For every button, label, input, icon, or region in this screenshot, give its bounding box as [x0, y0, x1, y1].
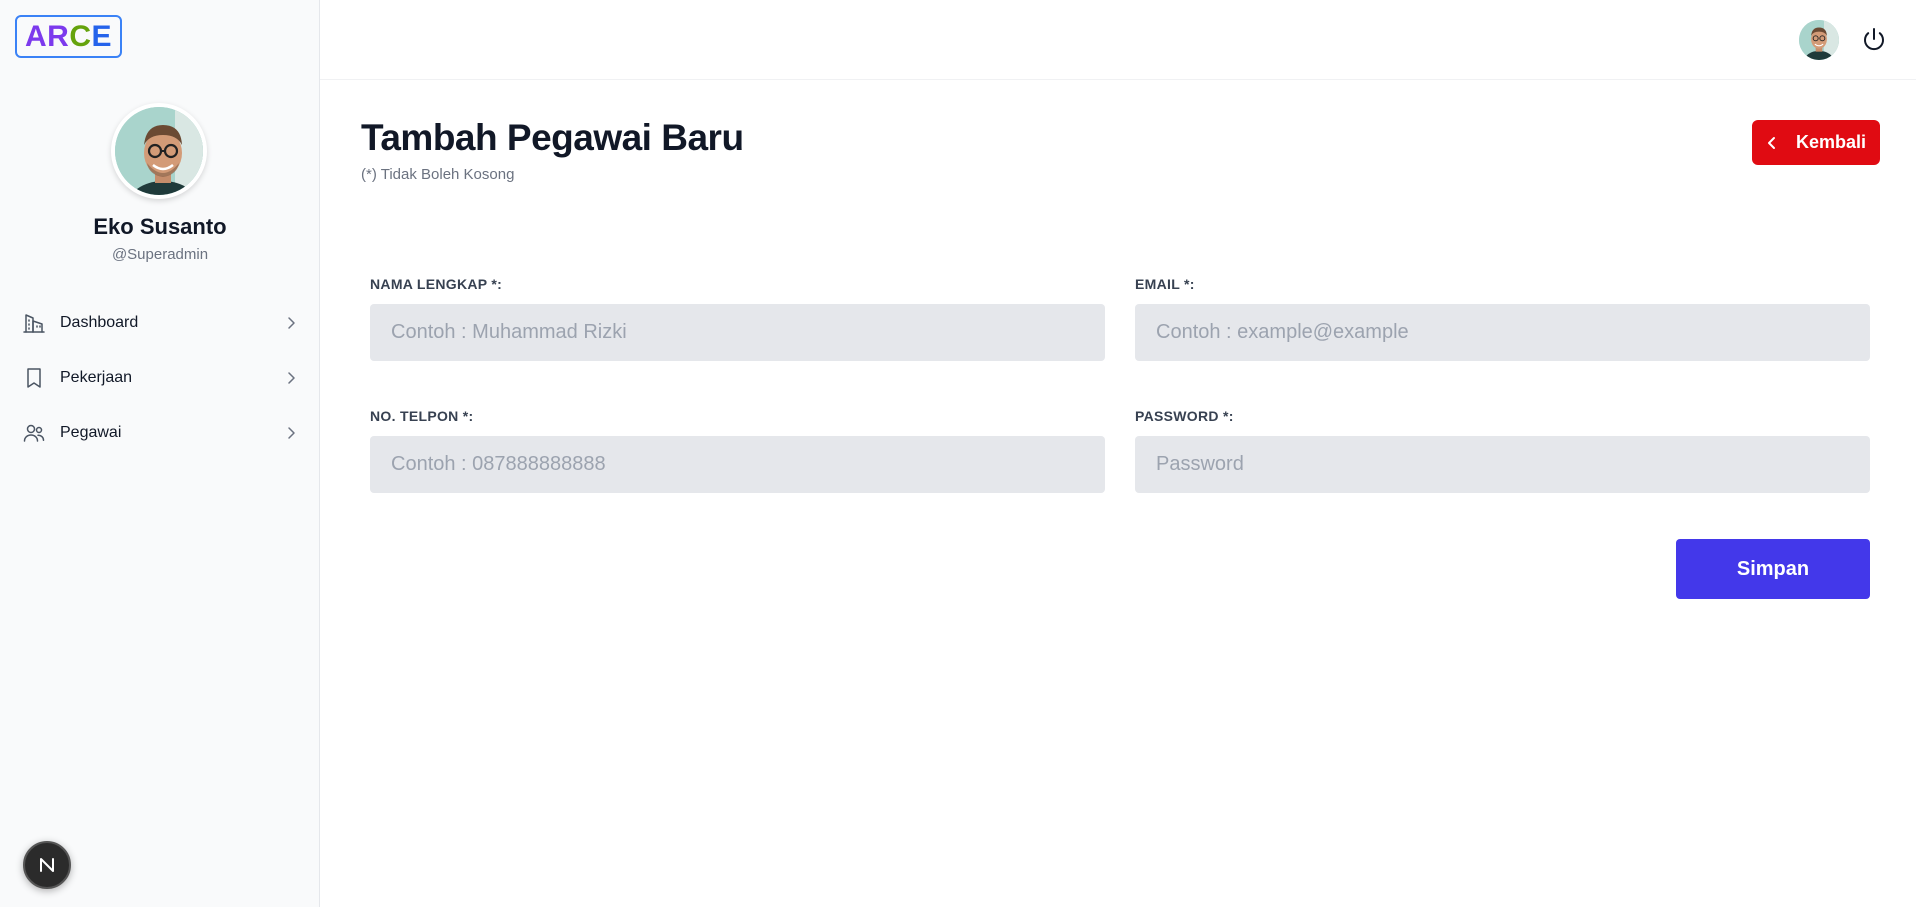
save-button[interactable]: Simpan [1676, 539, 1870, 599]
chevron-right-icon [284, 371, 298, 385]
sidebar-item-label: Dashboard [60, 313, 139, 331]
logo-letter-e: E [91, 19, 113, 53]
telpon-label: NO. TELPON *: [370, 408, 474, 424]
chevron-left-icon [1766, 136, 1778, 150]
page-subtitle: (*) Tidak Boleh Kosong [361, 166, 515, 183]
avatar-icon [115, 107, 203, 195]
sidebar-item-dashboard[interactable]: Dashboard [0, 295, 320, 350]
password-input[interactable] [1135, 436, 1870, 493]
telpon-input[interactable] [370, 436, 1105, 493]
profile-handle: @Superadmin [111, 246, 209, 263]
top-bar [320, 0, 1916, 80]
sidebar-nav: Dashboard Pekerjaan Pegawai [0, 295, 320, 460]
profile-avatar [111, 103, 207, 199]
building-icon [22, 311, 46, 335]
sidebar-item-pekerjaan[interactable]: Pekerjaan [0, 350, 320, 405]
logo-letter-a: A [24, 19, 48, 53]
sidebar-item-label: Pegawai [60, 423, 122, 441]
logo-letter-c: C [69, 19, 92, 53]
header-avatar[interactable] [1799, 20, 1839, 60]
nama-input[interactable] [370, 304, 1105, 361]
back-button[interactable]: Kembali [1752, 120, 1880, 165]
nama-label: NAMA LENGKAP *: [370, 276, 503, 292]
email-label: EMAIL *: [1135, 276, 1195, 292]
brand-logo[interactable]: ARCE [15, 15, 122, 58]
sidebar-item-pegawai[interactable]: Pegawai [0, 405, 320, 460]
logo-letter-r: R [47, 19, 70, 53]
bookmark-icon [22, 366, 46, 390]
users-icon [22, 421, 46, 445]
password-label: PASSWORD *: [1135, 408, 1234, 424]
back-button-label: Kembali [1795, 132, 1867, 152]
sidebar-item-label: Pekerjaan [60, 368, 133, 386]
chevron-right-icon [284, 426, 298, 440]
profile-name: Eko Susanto [93, 214, 227, 239]
sidebar: ARCE Eko Susanto @Superadmin Dashboard P… [0, 0, 320, 907]
n-logo-icon [40, 858, 54, 872]
page-title: Tambah Pegawai Baru [361, 117, 744, 158]
dev-tools-badge[interactable] [23, 841, 71, 889]
power-icon[interactable] [1860, 26, 1888, 54]
avatar-icon [1799, 20, 1839, 60]
email-input[interactable] [1135, 304, 1870, 361]
chevron-right-icon [284, 316, 298, 330]
